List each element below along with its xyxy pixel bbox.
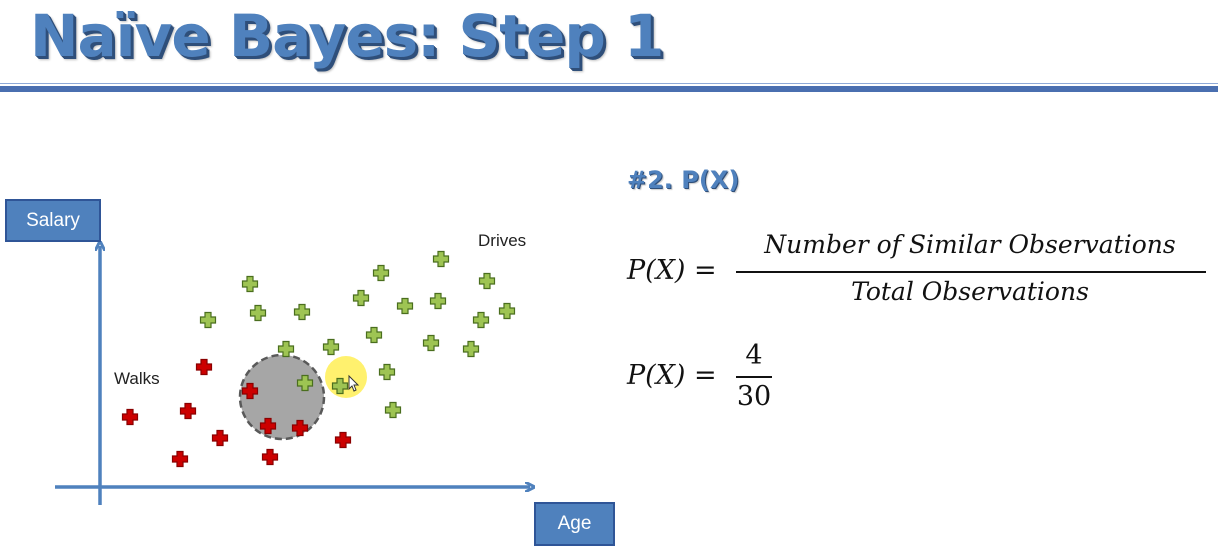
drives-point — [241, 275, 259, 293]
formula2-numerator: 4 — [745, 340, 763, 371]
drives-point — [478, 272, 496, 290]
drives-point — [462, 340, 480, 358]
drives-point — [432, 250, 450, 268]
formula1-denominator: Total Observations — [851, 277, 1089, 306]
drives-point — [365, 326, 383, 344]
formula2-fraction-bar — [736, 376, 772, 378]
walks-point — [211, 429, 229, 447]
data-points — [121, 250, 516, 468]
formula1-numerator: Number of Similar Observations — [764, 230, 1176, 259]
drives-point — [378, 363, 396, 381]
formula2-denominator: 30 — [736, 381, 772, 412]
section-subtitle: #2. P(X) — [627, 166, 740, 194]
walks-point — [179, 402, 197, 420]
drives-point — [422, 334, 440, 352]
drives-point — [472, 311, 490, 329]
drives-point — [396, 297, 414, 315]
walks-point — [261, 448, 279, 466]
walks-class-label: Walks — [114, 369, 160, 388]
walks-point — [195, 358, 213, 376]
drives-point — [293, 303, 311, 321]
scatter-plot — [55, 0, 620, 505]
drives-point — [322, 338, 340, 356]
walks-point — [334, 431, 352, 449]
formula1-fraction-bar — [736, 271, 1206, 273]
cursor-highlight — [325, 356, 367, 398]
drives-point — [429, 292, 447, 310]
walks-point — [121, 408, 139, 426]
formula1-lhs: P(X) = — [627, 255, 717, 286]
drives-point — [249, 304, 267, 322]
drives-point — [199, 311, 217, 329]
y-axis-label: Salary — [5, 199, 101, 242]
drives-point — [277, 340, 295, 358]
drives-class-label: Drives — [478, 231, 527, 250]
drives-point — [384, 401, 402, 419]
walks-point — [171, 450, 189, 468]
x-axis-label: Age — [534, 502, 615, 546]
formula2-lhs: P(X) = — [627, 360, 717, 391]
drives-point — [372, 264, 390, 282]
drives-point — [352, 289, 370, 307]
drives-point — [498, 302, 516, 320]
